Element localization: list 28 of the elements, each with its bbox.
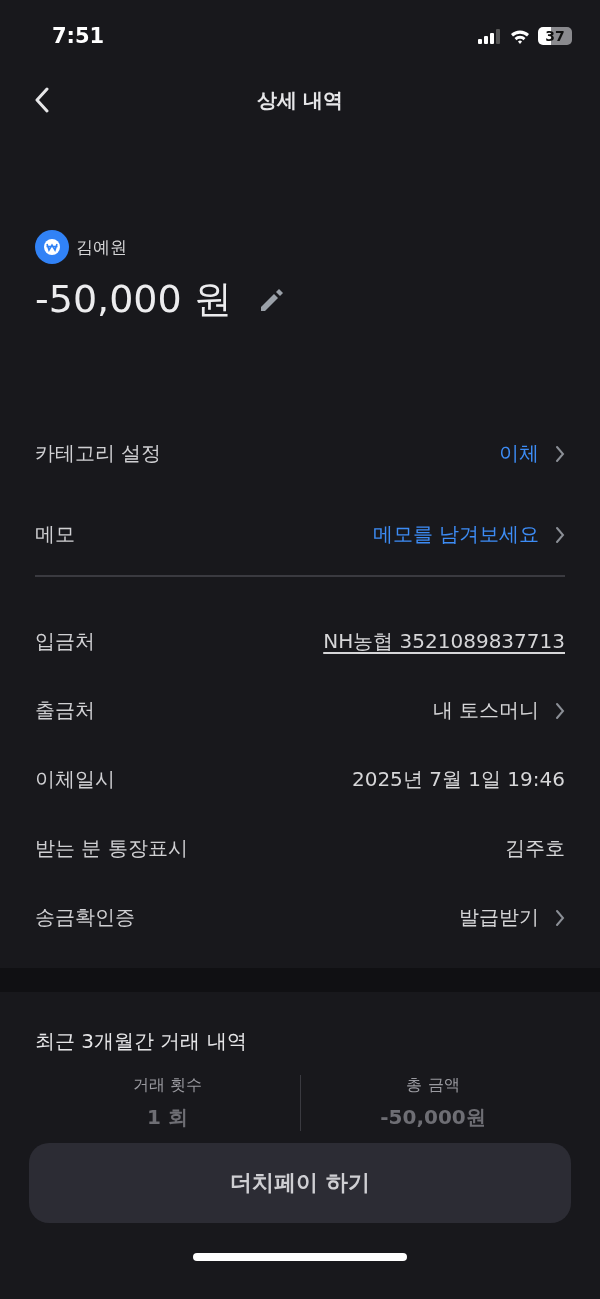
account-link[interactable]: NH농협 3521089837713 xyxy=(323,628,565,655)
row-value: 2025년 7월 1일 19:46 xyxy=(351,766,565,793)
row-value: 내 토스머니 xyxy=(432,697,539,724)
status-time: 7:51 xyxy=(52,24,105,48)
row-value: 이체 xyxy=(499,440,539,467)
section-title: 최근 3개월간 거래 내역 xyxy=(35,1028,248,1055)
row-label: 이체일시 xyxy=(35,766,115,793)
bank-logo-icon xyxy=(35,230,69,264)
row-label: 입금처 xyxy=(35,628,95,655)
back-icon xyxy=(35,87,49,113)
row-value: 김주호 xyxy=(505,835,565,862)
stat-value: 1 회 xyxy=(147,1104,188,1131)
amount-text: -50,000 원 xyxy=(35,276,232,323)
stat-value: -50,000원 xyxy=(380,1104,486,1131)
row-value: 발급받기 xyxy=(459,904,539,931)
row-value: 메모를 남겨보세요 xyxy=(372,521,539,548)
row-label: 카테고리 설정 xyxy=(35,440,162,467)
row-label: 받는 분 통장표시 xyxy=(35,835,188,862)
dutch-pay-button[interactable]: 더치페이 하기 xyxy=(29,1143,571,1223)
wifi-icon xyxy=(510,28,530,44)
account-name: 김예원 xyxy=(76,235,127,259)
signal-icon xyxy=(478,28,502,44)
row-label: 출금처 xyxy=(35,697,95,724)
stat-label: 총 금액 xyxy=(406,1075,460,1096)
stat-label: 거래 횟수 xyxy=(132,1075,203,1096)
page-title: 상세 내역 xyxy=(256,86,344,114)
row-label: 메모 xyxy=(35,521,75,548)
row-label: 송금확인증 xyxy=(35,904,135,931)
